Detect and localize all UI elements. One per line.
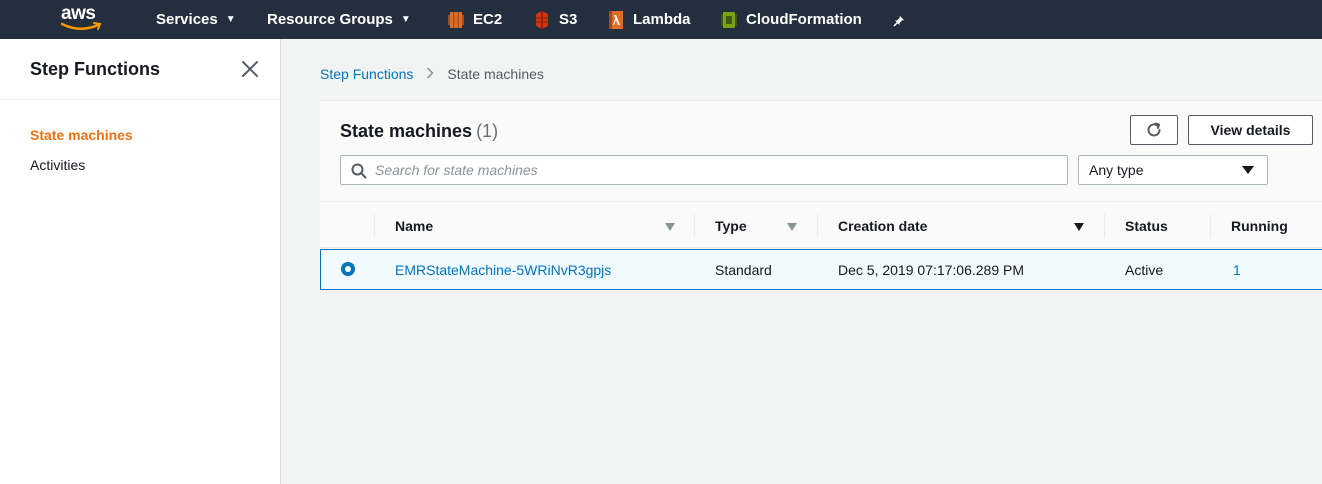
cell-creation-date: Dec 5, 2019 07:17:06.289 PM bbox=[838, 261, 1025, 278]
s3-icon bbox=[536, 10, 548, 29]
sidebar-header: Step Functions bbox=[0, 39, 280, 100]
caret-down-icon bbox=[1242, 166, 1254, 174]
sort-triangle-icon[interactable] bbox=[665, 223, 675, 231]
panel-title-text: State machines bbox=[340, 121, 473, 141]
aws-logo[interactable]: aws bbox=[60, 3, 104, 34]
close-icon[interactable] bbox=[240, 59, 260, 79]
column-divider bbox=[1104, 214, 1105, 238]
pin-button[interactable] bbox=[893, 0, 907, 39]
chevron-right-icon bbox=[426, 66, 434, 82]
refresh-icon bbox=[1147, 122, 1161, 137]
breadcrumb-current: State machines bbox=[447, 66, 544, 82]
sidebar-title: Step Functions bbox=[30, 58, 160, 79]
sort-triangle-icon[interactable] bbox=[787, 223, 797, 231]
shortcut-ec2[interactable]: EC2 bbox=[448, 0, 502, 39]
aws-smile-icon bbox=[60, 22, 102, 30]
shortcut-label: Lambda bbox=[633, 11, 691, 28]
column-divider bbox=[817, 214, 818, 238]
breadcrumb: Step Functions State machines bbox=[320, 66, 544, 82]
radio-dot bbox=[345, 266, 351, 272]
resource-groups-label: Resource Groups bbox=[267, 11, 393, 28]
cell-type: Standard bbox=[715, 261, 772, 278]
state-machines-panel: State machines(1) View details Any type … bbox=[320, 100, 1322, 290]
shortcut-label: S3 bbox=[559, 11, 578, 28]
shortcut-s3[interactable]: S3 bbox=[534, 0, 577, 39]
shortcut-lambda[interactable]: Lambda bbox=[608, 0, 691, 39]
column-header-status[interactable]: Status bbox=[1125, 202, 1168, 249]
row-select-radio[interactable] bbox=[341, 262, 355, 276]
lambda-icon bbox=[609, 10, 623, 29]
column-header-type[interactable]: Type bbox=[715, 202, 747, 249]
state-machine-name-link[interactable]: EMRStateMachine-5WRiNvR3gpjs bbox=[395, 250, 611, 289]
column-header-name[interactable]: Name bbox=[395, 202, 433, 249]
breadcrumb-step-functions[interactable]: Step Functions bbox=[320, 66, 413, 82]
column-header-creation-date[interactable]: Creation date bbox=[838, 202, 927, 249]
shortcut-cloudformation[interactable]: CloudFormation bbox=[721, 0, 862, 39]
pin-icon bbox=[893, 13, 904, 27]
chevron-down-icon: ▼ bbox=[400, 14, 411, 25]
services-menu[interactable]: Services ▼ bbox=[156, 0, 236, 39]
type-filter-value: Any type bbox=[1089, 162, 1144, 178]
column-divider bbox=[374, 214, 375, 238]
sidebar: Step Functions State machines Activities bbox=[0, 39, 281, 484]
sidebar-item-activities[interactable]: Activities bbox=[30, 157, 85, 173]
panel-count: (1) bbox=[476, 121, 499, 141]
table-row[interactable]: EMRStateMachine-5WRiNvR3gpjs Standard De… bbox=[320, 249, 1322, 290]
sidebar-item-state-machines[interactable]: State machines bbox=[30, 127, 133, 143]
shortcut-label: EC2 bbox=[473, 11, 503, 28]
table-header: Name Type Creation date Status Running bbox=[320, 201, 1322, 248]
column-divider bbox=[694, 214, 695, 238]
chevron-down-icon: ▼ bbox=[225, 14, 236, 25]
cell-running-link[interactable]: 1 bbox=[1233, 250, 1241, 289]
search-input[interactable] bbox=[375, 162, 1067, 178]
services-label: Services bbox=[156, 11, 218, 28]
view-details-button[interactable]: View details bbox=[1188, 115, 1313, 145]
search-icon bbox=[351, 163, 367, 179]
ec2-icon bbox=[448, 11, 464, 28]
search-field[interactable] bbox=[340, 155, 1068, 185]
refresh-button[interactable] bbox=[1130, 115, 1178, 145]
resource-groups-menu[interactable]: Resource Groups ▼ bbox=[267, 0, 411, 39]
sort-triangle-icon[interactable] bbox=[1074, 223, 1084, 231]
column-divider bbox=[1210, 214, 1211, 238]
panel-title: State machines (1) bbox=[340, 121, 498, 142]
shortcut-label: CloudFormation bbox=[746, 11, 862, 28]
top-navigation-bar: aws Services ▼ Resource Groups ▼ EC2 S3 bbox=[0, 0, 1322, 39]
column-header-running[interactable]: Running bbox=[1231, 202, 1288, 249]
cell-status: Active bbox=[1125, 261, 1164, 278]
cloudformation-icon bbox=[721, 11, 737, 28]
type-filter-select[interactable]: Any type bbox=[1078, 155, 1268, 185]
